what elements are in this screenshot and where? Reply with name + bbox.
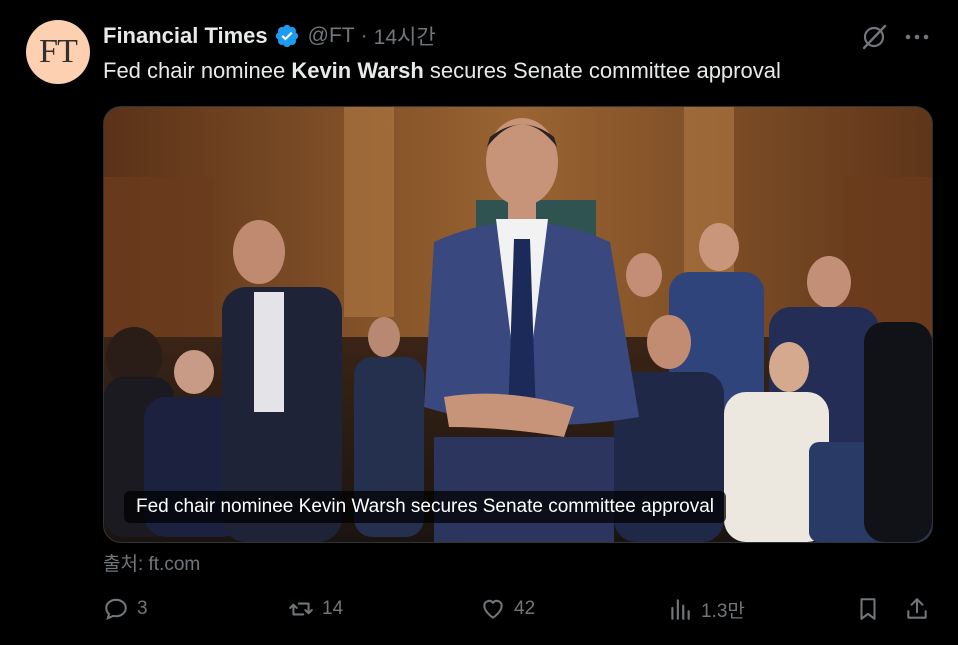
repost-button[interactable]: 14 bbox=[288, 590, 343, 628]
reply-button[interactable]: 3 bbox=[103, 590, 148, 628]
tweet-header: Financial Times @FT · 14시간 bbox=[103, 20, 436, 52]
like-button[interactable]: 42 bbox=[480, 590, 535, 628]
card-image bbox=[104, 107, 932, 542]
tweet-text-bold: Kevin Warsh bbox=[291, 58, 424, 83]
like-icon bbox=[483, 599, 503, 619]
like-count: 42 bbox=[514, 598, 536, 619]
separator-dot: · bbox=[360, 24, 368, 47]
bookmark-icon bbox=[860, 598, 876, 620]
link-card[interactable]: Fed chair nominee Kevin Warsh secures Se… bbox=[103, 106, 933, 543]
author-name[interactable]: Financial Times bbox=[103, 23, 268, 49]
views-count: 1.3만 bbox=[701, 600, 745, 622]
views-button[interactable]: 1.3만 bbox=[667, 590, 745, 628]
repost-icon bbox=[289, 602, 313, 616]
action-bar: 3 14 42 1.3만 bbox=[0, 590, 958, 630]
verified-badge-icon[interactable] bbox=[274, 23, 300, 49]
card-caption[interactable]: Fed chair nominee Kevin Warsh secures Se… bbox=[124, 491, 727, 523]
tweet-text-start: Fed chair nominee bbox=[103, 58, 292, 83]
card-source[interactable]: 출처: ft.com bbox=[103, 549, 200, 576]
timestamp[interactable]: 14시간 bbox=[374, 21, 436, 51]
share-icon bbox=[907, 598, 927, 619]
tweet-text: Fed chair nominee Kevin Warsh secures Se… bbox=[103, 56, 781, 86]
tweet-text-end: secures Senate committee approval bbox=[423, 58, 781, 83]
views-icon bbox=[671, 599, 690, 620]
reply-count: 3 bbox=[137, 598, 148, 619]
more-icon[interactable] bbox=[903, 24, 931, 50]
bookmark-button[interactable] bbox=[855, 590, 881, 628]
avatar[interactable]: FT bbox=[26, 20, 90, 84]
author-handle[interactable]: @FT bbox=[308, 24, 355, 48]
grok-icon[interactable] bbox=[859, 22, 889, 52]
share-button[interactable] bbox=[904, 590, 930, 628]
repost-count: 14 bbox=[322, 598, 344, 619]
reply-icon bbox=[105, 598, 127, 621]
